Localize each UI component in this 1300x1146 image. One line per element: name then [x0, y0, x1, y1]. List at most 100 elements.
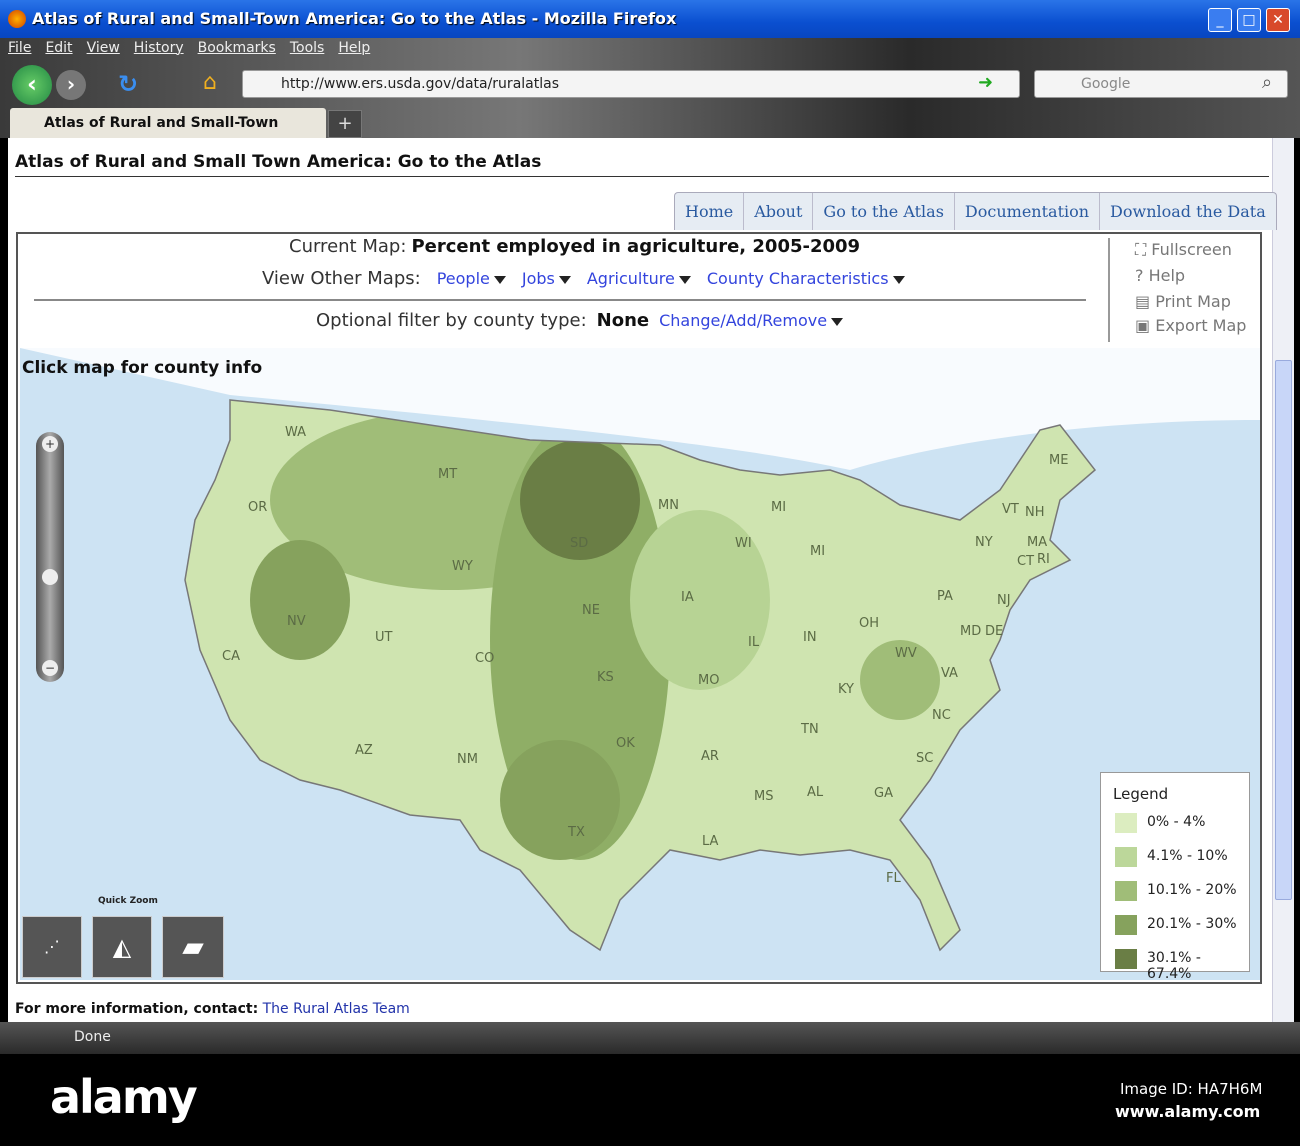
search-input[interactable]: Google — [1034, 70, 1288, 98]
quick-zoom-hawaii[interactable]: ⋰ — [22, 916, 82, 978]
state-label: MI — [771, 500, 787, 515]
footer: For more information, contact: The Rural… — [15, 1001, 410, 1017]
export-map-button[interactable]: ▣ Export Map — [1135, 316, 1246, 335]
zoom-out-button[interactable]: − — [42, 660, 58, 676]
state-label: VA — [941, 666, 958, 681]
state-label: AR — [701, 749, 719, 764]
help-icon: ? — [1135, 266, 1144, 285]
menu-edit[interactable]: Edit — [45, 40, 72, 56]
divider — [34, 299, 1086, 301]
menu-bookmarks[interactable]: Bookmarks — [198, 40, 276, 56]
state-label: OR — [248, 500, 268, 515]
state-label: NC — [932, 708, 951, 723]
state-label: MO — [698, 673, 720, 688]
status-text: Done — [74, 1029, 111, 1045]
back-button[interactable]: ‹ — [12, 65, 52, 105]
state-label: MS — [754, 789, 774, 804]
filter-value: None — [596, 310, 650, 331]
state-label: CT — [1017, 554, 1035, 569]
state-label: NM — [457, 752, 478, 767]
maximize-button[interactable]: □ — [1237, 8, 1261, 32]
divider — [1108, 238, 1110, 342]
legend-label: 4.1% - 10% — [1147, 848, 1228, 864]
state-label: OK — [616, 736, 635, 751]
nav-download[interactable]: Download the Data — [1099, 193, 1276, 230]
change-filter-dropdown[interactable]: Change/Add/Remove — [659, 311, 844, 330]
quick-zoom-conus[interactable]: ▰ — [162, 916, 224, 978]
scrollbar-thumb[interactable] — [1275, 360, 1292, 900]
agriculture-dropdown[interactable]: Agriculture — [587, 269, 691, 288]
state-label: WI — [735, 536, 752, 551]
us-county-map[interactable] — [20, 348, 1260, 980]
firefox-icon — [8, 10, 26, 28]
quick-zoom-label: Quick Zoom — [98, 896, 158, 906]
zoom-handle[interactable] — [42, 569, 58, 585]
nav-go-to-atlas[interactable]: Go to the Atlas — [812, 193, 954, 230]
legend-swatch — [1115, 813, 1137, 833]
current-map-title: Percent employed in agriculture, 2005-20… — [411, 236, 861, 257]
state-label: TX — [568, 825, 585, 840]
county-filter: Optional filter by county type: None Cha… — [316, 310, 844, 331]
county-characteristics-dropdown[interactable]: County Characteristics — [707, 269, 905, 288]
menu-history[interactable]: History — [134, 40, 184, 56]
export-icon: ▣ — [1135, 316, 1151, 335]
menu-bar: File Edit View History Bookmarks Tools H… — [8, 40, 370, 56]
menu-file[interactable]: File — [8, 40, 31, 56]
new-tab-button[interactable]: + — [328, 110, 362, 138]
legend-title: Legend — [1113, 785, 1169, 803]
image-id: Image ID: HA7H6M — [1120, 1080, 1263, 1098]
menu-help[interactable]: Help — [338, 40, 370, 56]
divider — [15, 176, 1269, 177]
map-legend: Legend 0% - 4% 4.1% - 10% 10.1% - 20% 20.1%… — [1100, 772, 1250, 982]
site-nav: Home About Go to the Atlas Documentation… — [674, 192, 1277, 230]
state-label: RI — [1037, 552, 1050, 567]
home-icon[interactable]: ⌂ — [203, 70, 217, 95]
state-label: WY — [452, 559, 473, 574]
url-input[interactable]: http://www.ers.usda.gov/data/ruralatlas — [242, 70, 1020, 98]
quick-zoom-alaska[interactable]: ◭ — [92, 916, 152, 978]
go-arrow-icon[interactable]: ➜ — [978, 72, 993, 93]
state-label: MA — [1027, 535, 1048, 550]
close-button[interactable]: ✕ — [1266, 8, 1290, 32]
state-label: IN — [803, 630, 817, 645]
state-label: MD — [960, 624, 982, 639]
people-dropdown[interactable]: People — [437, 269, 506, 288]
browser-tab[interactable]: Atlas of Rural and Small-Town Ameri... — [10, 108, 326, 161]
state-label: KY — [838, 682, 855, 697]
nav-documentation[interactable]: Documentation — [953, 193, 1099, 230]
state-label: NV — [287, 614, 306, 629]
state-label: GA — [874, 786, 893, 801]
jobs-dropdown[interactable]: Jobs — [522, 269, 571, 288]
forward-button[interactable]: › — [56, 70, 86, 100]
state-label: WA — [285, 425, 307, 440]
legend-label: 20.1% - 30% — [1147, 916, 1237, 932]
state-label: DE — [985, 624, 1004, 639]
legend-swatch — [1115, 949, 1137, 969]
state-label: CA — [222, 649, 240, 664]
minimize-button[interactable]: _ — [1208, 8, 1232, 32]
nav-home[interactable]: Home — [675, 193, 743, 230]
state-label: AL — [807, 785, 824, 800]
state-label: ME — [1049, 453, 1069, 468]
state-label: NE — [582, 603, 600, 618]
state-label: MN — [658, 498, 679, 513]
fullscreen-button[interactable]: ⛶ Fullscreen — [1135, 240, 1232, 260]
state-label: KS — [597, 670, 614, 685]
legend-label: 0% - 4% — [1147, 814, 1206, 830]
print-map-button[interactable]: ▤ Print Map — [1135, 292, 1231, 311]
alamy-site: www.alamy.com — [1115, 1102, 1261, 1121]
reload-icon[interactable]: ↻ — [118, 70, 138, 98]
state-label: OH — [859, 616, 880, 631]
menu-view[interactable]: View — [87, 40, 120, 56]
state-label: NY — [975, 535, 993, 550]
state-label: IL — [748, 635, 760, 650]
state-label: VT — [1002, 502, 1019, 517]
menu-tools[interactable]: Tools — [290, 40, 325, 56]
help-button[interactable]: ? Help — [1135, 266, 1185, 285]
zoom-slider[interactable]: + − — [36, 432, 64, 682]
rural-atlas-team-link[interactable]: The Rural Atlas Team — [263, 1001, 410, 1017]
state-label: MT — [438, 467, 458, 482]
zoom-in-button[interactable]: + — [42, 436, 58, 452]
nav-about[interactable]: About — [743, 193, 812, 230]
search-icon[interactable]: ⌕ — [1262, 72, 1272, 93]
